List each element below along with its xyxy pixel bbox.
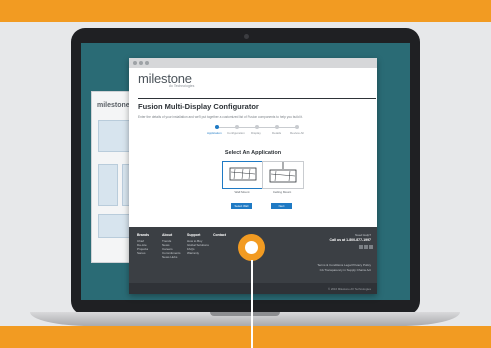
copyright-text: © 2016 Milestone AV Technologies <box>327 287 371 291</box>
page-intro: Enter the details of your installation a… <box>138 115 303 119</box>
ceiling-mount-label: Ceiling Mount <box>272 190 292 194</box>
wall-mount-option[interactable] <box>222 161 264 189</box>
step-label-review[interactable]: Review All <box>290 131 304 135</box>
laptop-notch <box>210 312 280 316</box>
footer-link[interactable]: News Hubs <box>162 255 177 259</box>
ceiling-mount-icon <box>269 162 297 183</box>
step-dot-display[interactable] <box>255 125 259 129</box>
footer-column-title: Brands <box>137 233 150 237</box>
brand-tagline: Av Technologies <box>169 84 195 88</box>
close-dot-icon[interactable] <box>133 61 137 65</box>
select-wall-button[interactable]: Select Wall <box>231 203 252 209</box>
youtube-icon[interactable] <box>369 245 373 249</box>
window-titlebar <box>129 58 377 68</box>
section-title: Select An Application <box>224 150 282 156</box>
footer-legal-link[interactable]: Privacy Policy <box>352 263 371 267</box>
legal-links: Terms & Conditions Legal Privacy Policy <box>317 263 371 267</box>
step-label-application[interactable]: Application <box>207 131 222 135</box>
step-dot-application[interactable] <box>215 125 219 129</box>
header-divider <box>138 98 376 99</box>
footer-legal-link[interactable]: Terms & Conditions <box>317 263 343 267</box>
phone-number[interactable]: Call us at 1-800-877-1997 <box>330 238 371 242</box>
minimize-dot-icon[interactable] <box>139 61 143 65</box>
step-dot-configuration[interactable] <box>235 125 239 129</box>
maximize-dot-icon[interactable] <box>145 61 149 65</box>
ca-transparency-link[interactable]: CA Transparency in Supply Chains Act <box>320 268 371 272</box>
footer-link[interactable]: Warranty <box>187 251 199 255</box>
wall-mount-icon <box>229 167 257 181</box>
step-label-display[interactable]: Display <box>251 131 261 135</box>
background-panel <box>98 164 118 206</box>
webcam <box>244 34 249 39</box>
ceiling-mount-option[interactable] <box>262 161 304 189</box>
step-dot-details[interactable] <box>275 125 279 129</box>
step-label-details[interactable]: Details <box>272 131 281 135</box>
twitter-icon[interactable] <box>364 245 368 249</box>
footer-link[interactable]: Sanus <box>137 251 146 255</box>
callout-line <box>251 260 253 348</box>
footer-legal-link[interactable]: Legal <box>344 263 351 267</box>
step-label-configuration[interactable]: Configuration <box>227 131 245 135</box>
wall-mount-label: Wall Mount <box>234 190 250 194</box>
callout-marker-center <box>245 241 258 254</box>
next-button[interactable]: Next <box>271 203 292 209</box>
footer-column-title: Support <box>187 233 201 237</box>
footer-column-title[interactable]: Contact <box>213 233 226 237</box>
footer-column-title: About <box>162 233 173 237</box>
facebook-icon[interactable] <box>359 245 363 249</box>
page-title: Fusion Multi-Display Configurator <box>138 102 259 111</box>
step-dot-review[interactable] <box>295 125 299 129</box>
need-help-text: Need Help? <box>355 233 371 237</box>
background-window-logo: milestone <box>97 102 130 109</box>
